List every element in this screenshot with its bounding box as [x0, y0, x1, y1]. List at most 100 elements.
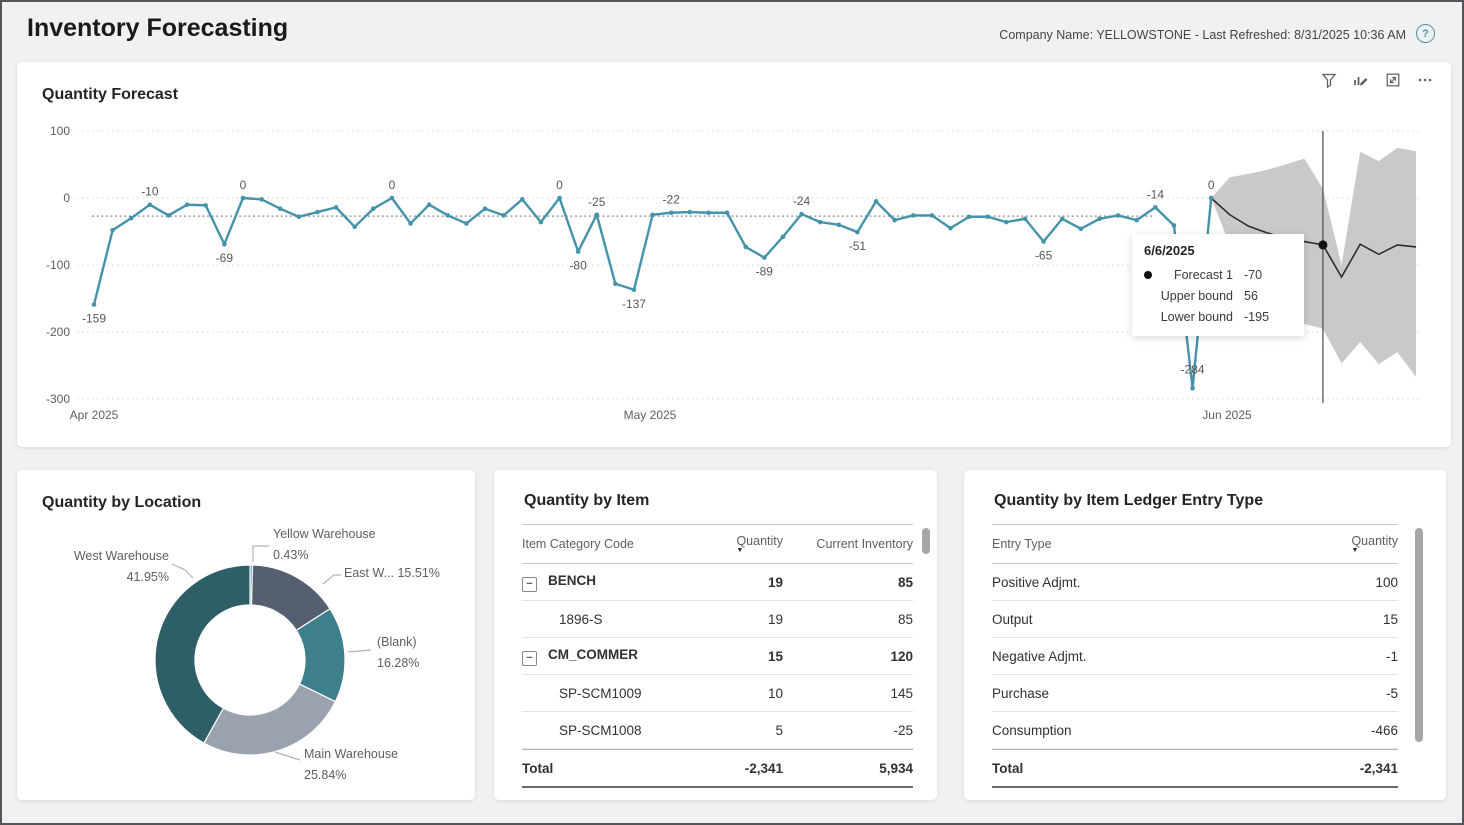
table-row[interactable]: Consumption-466: [992, 712, 1398, 749]
cell-value: 100: [1288, 575, 1398, 590]
donut-slice[interactable]: [204, 684, 335, 755]
quantity-by-ledger-card: Quantity by Item Ledger Entry Type Entry…: [964, 470, 1446, 800]
row-label: SP-SCM1008: [559, 723, 642, 738]
scrollbar-thumb[interactable]: [922, 528, 930, 554]
cell-value: -1: [1288, 649, 1398, 664]
tooltip-row: Lower bound -195: [1144, 307, 1296, 328]
table-row[interactable]: −BENCH1985: [522, 564, 913, 601]
column-header[interactable]: Current Inventory: [783, 537, 913, 551]
row-label: 1896-S: [559, 612, 603, 627]
svg-text:-24: -24: [793, 194, 811, 208]
svg-text:0: 0: [240, 178, 247, 192]
row-label: CM_COMMER: [548, 647, 638, 662]
focus-mode-icon[interactable]: [1384, 71, 1401, 88]
row-label: Positive Adjmt.: [992, 575, 1081, 590]
svg-text:Main Warehouse: Main Warehouse: [304, 747, 398, 761]
more-options-icon[interactable]: [1416, 71, 1433, 88]
quantity-by-item-card: Quantity by Item Item Category CodeQuant…: [494, 470, 937, 800]
tooltip-value: -70: [1244, 265, 1288, 286]
svg-text:0: 0: [1208, 178, 1215, 192]
row-label: Negative Adjmt.: [992, 649, 1087, 664]
quantity-by-ledger-table: Entry TypeQuantity▼ Positive Adjmt. 100 Out…: [992, 524, 1398, 788]
column-header[interactable]: Quantity▼: [688, 534, 783, 555]
column-header[interactable]: Item Category Code: [522, 537, 688, 551]
svg-text:-200: -200: [46, 325, 70, 339]
visual-toolbar: [1320, 71, 1433, 88]
cell-value: 5,934: [783, 761, 913, 776]
page-title: Inventory Forecasting: [27, 14, 288, 43]
svg-text:East W... 15.51%: East W... 15.51%: [344, 566, 440, 580]
row-label: SP-SCM1009: [559, 686, 642, 701]
series-marker-icon: [1144, 271, 1152, 279]
table-row[interactable]: Total -2,3415,934: [522, 749, 913, 788]
tooltip-value: 56: [1244, 286, 1288, 307]
table-row[interactable]: −CM_COMMER 15120: [522, 638, 913, 675]
sort-descending-icon[interactable]: ▼: [1351, 548, 1398, 553]
cell-value: 120: [783, 649, 913, 664]
svg-text:0: 0: [389, 178, 396, 192]
svg-text:0: 0: [63, 191, 70, 205]
quantity-by-location-donut[interactable]: Yellow Warehouse0.43%East W... 15.51%(Bl…: [17, 470, 475, 800]
cell-value: 145: [783, 686, 913, 701]
location-card-title: Quantity by Location: [42, 494, 201, 512]
quantity-by-location-card: Quantity by Location Yellow Warehouse0.4…: [17, 470, 475, 800]
svg-text:100: 100: [50, 124, 70, 138]
cell-value: 15: [688, 649, 783, 664]
svg-text:-14: -14: [1147, 187, 1165, 201]
quantity-by-item-table: Item Category CodeQuantity▼Current Inven…: [522, 524, 913, 788]
ledger-card-title: Quantity by Item Ledger Entry Type: [994, 492, 1263, 510]
table-row[interactable]: SP-SCM100910145: [522, 675, 913, 712]
tooltip-row: Upper bound 56: [1144, 286, 1296, 307]
svg-text:0.43%: 0.43%: [273, 548, 308, 562]
row-label: Total: [522, 761, 553, 776]
row-label: Output: [992, 612, 1033, 627]
quantity-forecast-card: Quantity Forecast 1000-100-200-300Apr 20…: [17, 62, 1451, 447]
filter-icon[interactable]: [1320, 71, 1337, 88]
collapse-icon[interactable]: −: [522, 577, 537, 592]
svg-text:-51: -51: [849, 239, 867, 253]
svg-text:-137: -137: [622, 297, 646, 311]
table-row[interactable]: 1896-S 1985: [522, 601, 913, 638]
table-row[interactable]: SP-SCM10085-25: [522, 712, 913, 749]
cell-value: -5: [1288, 686, 1398, 701]
svg-text:-100: -100: [46, 258, 70, 272]
tooltip-label: Forecast 1: [1160, 265, 1244, 286]
svg-text:0: 0: [556, 178, 563, 192]
table-header: Entry TypeQuantity▼: [992, 524, 1398, 564]
svg-text:16.28%: 16.28%: [377, 656, 419, 670]
item-card-title: Quantity by Item: [524, 492, 649, 510]
svg-text:-10: -10: [141, 185, 159, 199]
table-header: Item Category CodeQuantity▼Current Inven…: [522, 524, 913, 564]
sort-descending-icon[interactable]: ▼: [736, 548, 783, 553]
svg-text:West Warehouse: West Warehouse: [74, 549, 169, 563]
table-row[interactable]: Output15: [992, 601, 1398, 638]
table-row[interactable]: Negative Adjmt. -1: [992, 638, 1398, 675]
cell-value: 85: [783, 575, 913, 590]
tooltip-date: 6/6/2025: [1144, 243, 1296, 258]
cell-value: 19: [688, 612, 783, 627]
table-row[interactable]: Purchase -5: [992, 675, 1398, 712]
personalize-icon[interactable]: [1352, 71, 1369, 88]
row-label: Purchase: [992, 686, 1049, 701]
scrollbar-thumb[interactable]: [1415, 528, 1423, 742]
tooltip-label: Lower bound: [1160, 307, 1244, 328]
svg-text:(Blank): (Blank): [377, 635, 417, 649]
app-window: Inventory Forecasting Company Name: YELL…: [0, 0, 1464, 825]
table-row[interactable]: Total-2,341: [992, 749, 1398, 788]
forecast-card-title: Quantity Forecast: [42, 86, 178, 104]
svg-text:-25: -25: [588, 195, 606, 209]
column-header[interactable]: Quantity▼: [1288, 534, 1398, 555]
chart-tooltip: 6/6/2025 Forecast 1 -70 Upper bound 56 L…: [1132, 234, 1304, 336]
collapse-icon[interactable]: −: [522, 651, 537, 666]
column-header[interactable]: Entry Type: [992, 537, 1288, 551]
svg-text:-300: -300: [46, 392, 70, 406]
cell-value: 85: [783, 612, 913, 627]
cell-value: -2,341: [688, 761, 783, 776]
table-row[interactable]: Positive Adjmt. 100: [992, 564, 1398, 601]
svg-text:-89: -89: [756, 265, 774, 279]
tooltip-value: -195: [1244, 307, 1288, 328]
help-icon[interactable]: ?: [1416, 24, 1435, 43]
row-label: Consumption: [992, 723, 1072, 738]
svg-text:Jun 2025: Jun 2025: [1202, 408, 1252, 422]
svg-text:-65: -65: [1035, 249, 1053, 263]
